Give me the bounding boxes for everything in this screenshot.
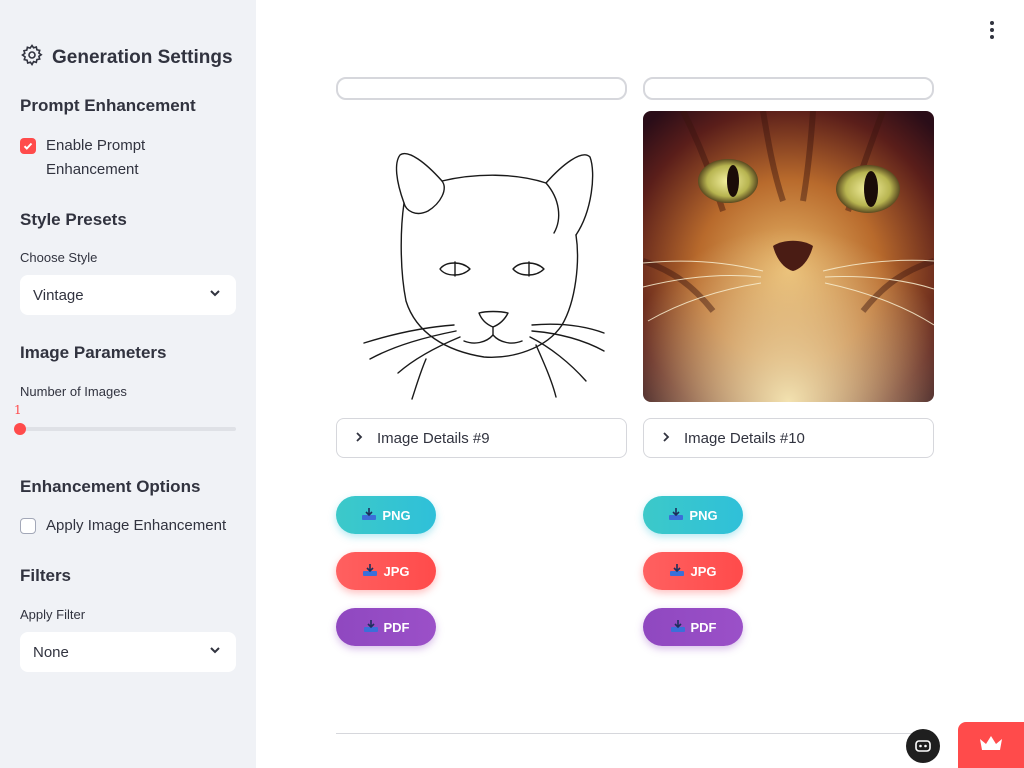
- vertical-dots-icon: [990, 21, 994, 25]
- enable-prompt-enhancement-checkbox[interactable]: Enable Prompt Enhancement: [20, 134, 170, 182]
- vintage-cat-photo: [643, 111, 934, 402]
- apply-image-enhancement-checkbox[interactable]: Apply Image Enhancement: [20, 514, 226, 538]
- gear-icon: [20, 43, 44, 73]
- download-pdf-button[interactable]: PDF: [643, 608, 743, 646]
- png-label: PNG: [382, 507, 411, 523]
- choose-style-select[interactable]: Vintage: [20, 275, 236, 315]
- image-details-label: Image Details #10: [684, 429, 805, 447]
- chevron-right-icon: [353, 430, 365, 447]
- download-png-button[interactable]: PNG: [643, 496, 743, 534]
- deploy-button[interactable]: [958, 722, 1024, 768]
- prompt-enhancement-heading: Prompt Enhancement: [20, 96, 196, 115]
- pdf-label: PDF: [383, 619, 410, 635]
- apply-filter-label: Apply Filter: [20, 607, 86, 622]
- download-jpg-button[interactable]: JPG: [336, 552, 436, 590]
- jpg-label: JPG: [383, 563, 410, 579]
- crown-icon: [978, 734, 1004, 757]
- number-of-images-label: Number of Images: [20, 384, 127, 399]
- inbox-tray-icon: [362, 563, 378, 580]
- style-presets-heading: Style Presets: [20, 210, 127, 229]
- result-column-2: Image Details #10 PNG JPG PDF: [643, 77, 934, 646]
- image-details-expander-10[interactable]: Image Details #10: [643, 418, 934, 458]
- enhancement-options-heading: Enhancement Options: [20, 477, 201, 496]
- chevron-right-icon: [660, 430, 672, 447]
- sidebar: Generation Settings Prompt Enhancement E…: [0, 0, 256, 768]
- inbox-tray-icon: [670, 619, 686, 636]
- checkbox-unchecked-icon[interactable]: [20, 518, 36, 534]
- png-label: PNG: [689, 507, 718, 523]
- choose-style-value: Vintage: [33, 286, 84, 304]
- chevron-down-icon: [208, 643, 222, 661]
- inbox-tray-icon: [669, 563, 685, 580]
- caption-field[interactable]: [336, 77, 627, 100]
- apply-image-enhancement-label: Apply Image Enhancement: [46, 517, 227, 534]
- slider-value: 1: [14, 403, 22, 417]
- main-menu-button[interactable]: [982, 20, 1002, 40]
- apply-filter-select[interactable]: None: [20, 632, 236, 672]
- chevron-down-icon: [208, 286, 222, 304]
- caption-field[interactable]: [643, 77, 934, 100]
- download-png-button[interactable]: PNG: [336, 496, 436, 534]
- inbox-tray-icon: [668, 507, 684, 524]
- inbox-tray-icon: [361, 507, 377, 524]
- number-of-images-slider-thumb[interactable]: [14, 423, 26, 435]
- pdf-label: PDF: [690, 619, 717, 635]
- download-pdf-button[interactable]: PDF: [336, 608, 436, 646]
- apply-filter-value: None: [33, 643, 69, 661]
- footer-divider: [336, 733, 934, 734]
- image-details-label: Image Details #9: [377, 429, 490, 447]
- jpg-label: JPG: [690, 563, 717, 579]
- download-jpg-button[interactable]: JPG: [643, 552, 743, 590]
- image-parameters-heading: Image Parameters: [20, 343, 167, 362]
- image-details-expander-9[interactable]: Image Details #9: [336, 418, 627, 458]
- choose-style-label: Choose Style: [20, 250, 98, 265]
- line-art-cat-image: [336, 111, 627, 402]
- result-column-1: Image Details #9 PNG JPG PDF: [336, 77, 627, 646]
- sidebar-title: Generation Settings: [20, 43, 233, 73]
- checkbox-checked-icon[interactable]: [20, 138, 36, 154]
- filters-heading: Filters: [20, 566, 72, 585]
- bot-face-icon[interactable]: [906, 729, 940, 763]
- number-of-images-slider-track[interactable]: [20, 427, 236, 431]
- inbox-tray-icon: [363, 619, 379, 636]
- enable-prompt-enhancement-label: Enable Prompt Enhancement: [46, 137, 146, 178]
- sidebar-title-text: Generation Settings: [52, 47, 233, 68]
